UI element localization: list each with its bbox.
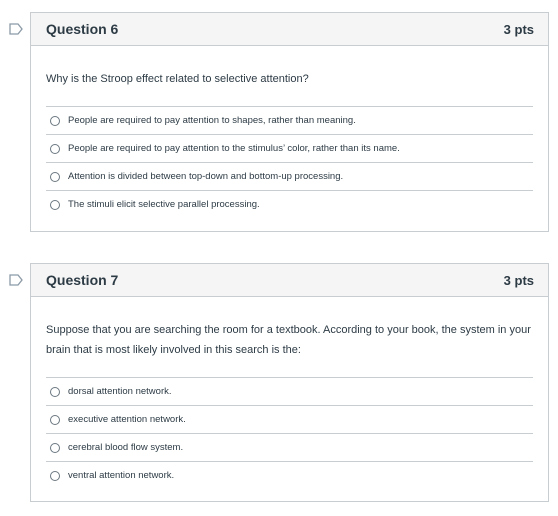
question-text: Suppose that you are searching the room … [46, 324, 531, 356]
answer-option[interactable]: People are required to pay attention to … [46, 107, 533, 135]
radio-button[interactable] [50, 171, 60, 182]
answer-label: ventral attention network. [68, 470, 175, 481]
answer-label: The stimuli elicit selective parallel pr… [68, 199, 260, 210]
question-body: Suppose that you are searching the room … [31, 320, 548, 489]
question-title: Question 7 [46, 272, 119, 288]
radio-button[interactable] [50, 199, 60, 210]
question-points: 3 pts [503, 272, 534, 288]
radio-button[interactable] [50, 143, 60, 154]
radio-button[interactable] [50, 414, 60, 425]
radio-button[interactable] [50, 115, 60, 126]
flag-question-icon[interactable] [9, 274, 23, 286]
answer-list: dorsal attention network. executive atte… [46, 377, 533, 489]
radio-button[interactable] [50, 442, 60, 453]
answer-label: People are required to pay attention to … [68, 115, 356, 126]
answer-list: People are required to pay attention to … [46, 106, 533, 218]
question-7: Question 7 3 pts Suppose that you are se… [9, 263, 549, 502]
question-6: Question 6 3 pts Why is the Stroop effec… [9, 12, 549, 232]
answer-label: dorsal attention network. [68, 386, 172, 397]
answer-label: People are required to pay attention to … [68, 143, 400, 154]
answer-option[interactable]: ventral attention network. [46, 462, 533, 489]
question-header: Question 6 3 pts [31, 13, 548, 46]
question-body: Why is the Stroop effect related to sele… [31, 69, 548, 218]
answer-option[interactable]: People are required to pay attention to … [46, 135, 533, 163]
answer-option[interactable]: The stimuli elicit selective parallel pr… [46, 191, 533, 218]
question-title: Question 6 [46, 21, 119, 37]
question-header: Question 7 3 pts [31, 264, 548, 297]
answer-option[interactable]: cerebral blood flow system. [46, 434, 533, 462]
question-text: Why is the Stroop effect related to sele… [46, 73, 309, 85]
answer-label: executive attention network. [68, 414, 186, 425]
flag-question-icon[interactable] [9, 23, 23, 35]
radio-button[interactable] [50, 470, 60, 481]
answer-label: Attention is divided between top-down an… [68, 171, 344, 182]
answer-option[interactable]: executive attention network. [46, 406, 533, 434]
answer-label: cerebral blood flow system. [68, 442, 184, 453]
radio-button[interactable] [50, 386, 60, 397]
answer-option[interactable]: Attention is divided between top-down an… [46, 163, 533, 191]
question-points: 3 pts [503, 21, 534, 37]
answer-option[interactable]: dorsal attention network. [46, 378, 533, 406]
